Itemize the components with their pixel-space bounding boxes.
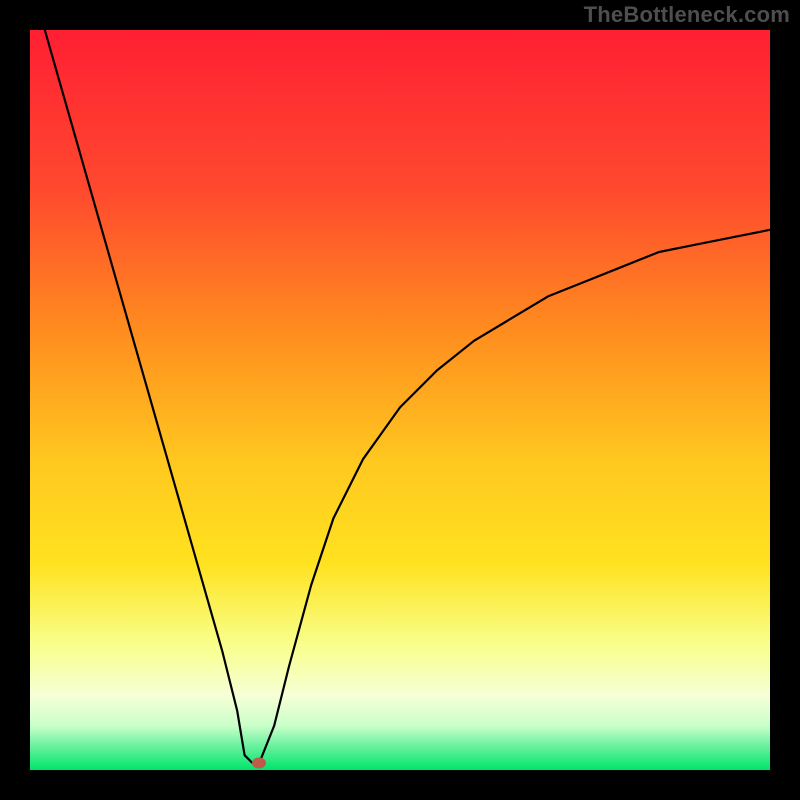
optimal-point-marker: [252, 757, 266, 768]
plot-area: [30, 30, 770, 770]
watermark-label: TheBottleneck.com: [584, 2, 790, 28]
chart-frame: TheBottleneck.com: [0, 0, 800, 800]
bottleneck-curve: [30, 30, 770, 770]
